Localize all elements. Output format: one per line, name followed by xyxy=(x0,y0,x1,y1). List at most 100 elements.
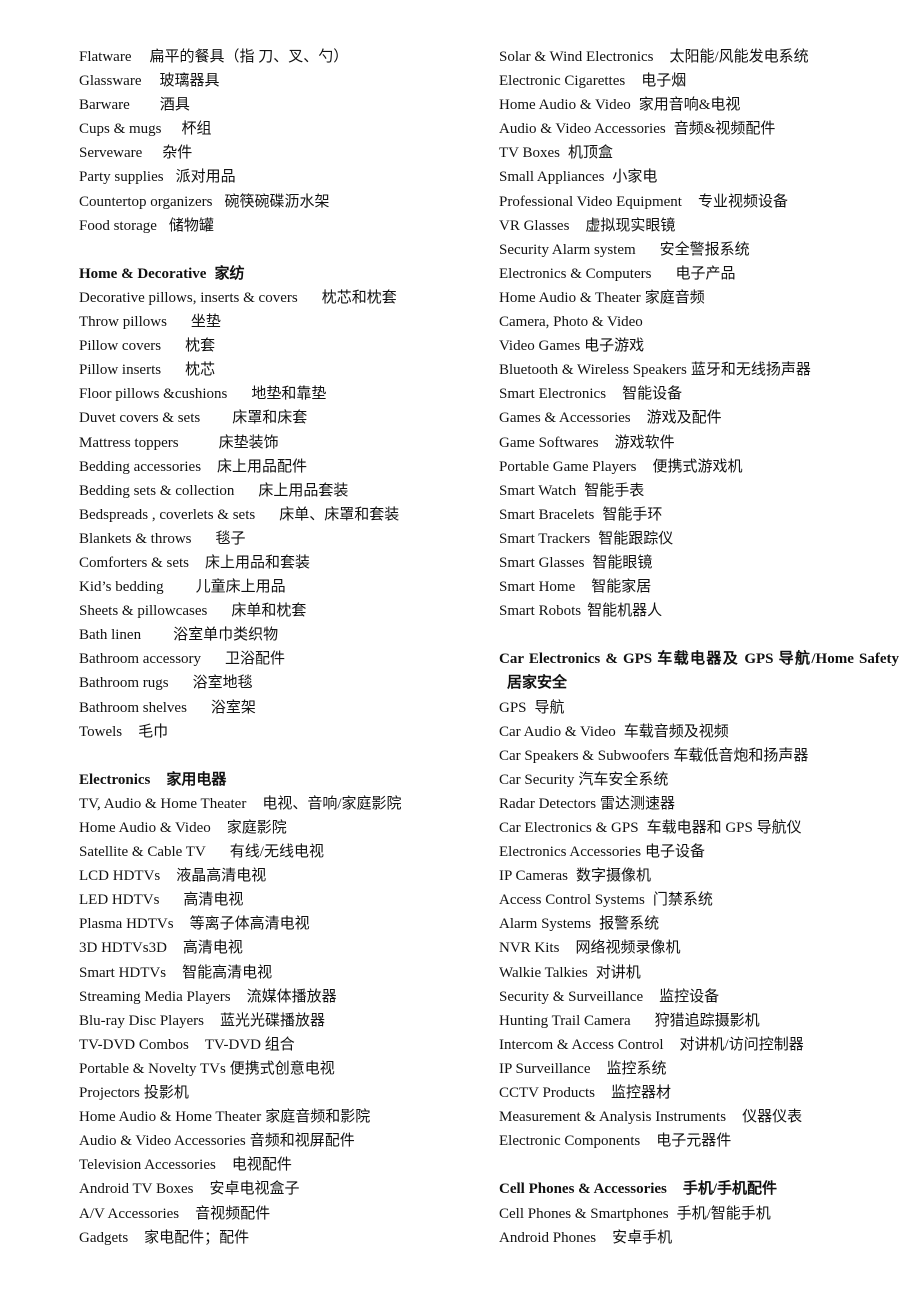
category-english: Bedding accessories xyxy=(79,458,202,475)
category-item: Towels 毛巾 xyxy=(79,720,489,744)
category-english: Alarm Systems xyxy=(499,916,592,933)
category-english: Car Audio & Video xyxy=(499,723,616,740)
category-item: Sheets & pillowcases 床单和枕套 xyxy=(79,599,489,623)
category-english: Games & Accessories xyxy=(499,410,631,427)
category-item: Car Security 汽车安全系统 xyxy=(499,768,899,792)
category-item: Audio & Video Accessories 音频&视频配件 xyxy=(499,117,899,141)
category-english: TV, Audio & Home Theater xyxy=(79,795,247,812)
category-item: Electronics & Computers 电子产品 xyxy=(499,262,899,286)
category-english: A/V Accessories xyxy=(79,1205,180,1222)
category-item: Bedding sets & collection 床上用品套装 xyxy=(79,479,489,503)
category-chinese: 家庭音频和影院 xyxy=(265,1109,371,1126)
category-item: Smart Trackers 智能跟踪仪 xyxy=(499,527,899,551)
category-chinese: 液晶高清电视 xyxy=(176,868,267,885)
category-chinese: 床罩和床套 xyxy=(232,410,308,427)
category-english: Access Control Systems xyxy=(499,892,645,909)
category-english: Countertop organizers xyxy=(79,193,213,210)
category-item: Party supplies 派对用品 xyxy=(79,165,489,189)
category-item: Glassware 玻璃器具 xyxy=(79,69,489,93)
category-item: Electronics Accessories 电子设备 xyxy=(499,840,899,864)
category-item: Video Games 电子游戏 xyxy=(499,334,899,358)
category-english: Electronic Components xyxy=(499,1133,641,1150)
category-item: Barware 酒具 xyxy=(79,93,489,117)
category-english: GPS xyxy=(499,699,527,716)
category-chinese: 杯组 xyxy=(181,121,212,138)
category-item: Intercom & Access Control 对讲机/访问控制器 xyxy=(499,1033,899,1057)
category-chinese: 电子元器件 xyxy=(656,1133,732,1150)
category-item: Throw pillows 坐垫 xyxy=(79,310,489,334)
category-english: Bluetooth & Wireless Speakers xyxy=(499,362,687,379)
category-english: Pillow inserts xyxy=(79,362,162,379)
category-chinese: 智能眼镜 xyxy=(592,554,653,571)
category-chinese: 监控设备 xyxy=(659,988,720,1005)
category-english: Game Softwares xyxy=(499,434,599,451)
category-item: Electronic Cigarettes 电子烟 xyxy=(499,69,899,93)
category-chinese: 家用音响&电视 xyxy=(638,97,741,114)
category-chinese: 床上用品配件 xyxy=(217,458,308,475)
category-chinese: 智能手环 xyxy=(602,506,663,523)
category-chinese: 电视、音响/家庭影院 xyxy=(262,795,402,812)
category-item: Walkie Talkies 对讲机 xyxy=(499,961,899,985)
category-chinese: 报警系统 xyxy=(599,916,660,933)
category-chinese: 音频和视屏配件 xyxy=(249,1133,355,1150)
category-chinese: 游戏及配件 xyxy=(646,410,722,427)
category-chinese: 派对用品 xyxy=(175,169,236,186)
category-item: Home Audio & Video 家庭影院 xyxy=(79,816,489,840)
category-item: NVR Kits 网络视频录像机 xyxy=(499,936,899,960)
category-item: Pillow covers 枕套 xyxy=(79,334,489,358)
category-item: Car Speakers & Subwoofers 车载低音炮和扬声器 xyxy=(499,744,899,768)
category-chinese: 游戏软件 xyxy=(614,434,675,451)
category-english: Android TV Boxes xyxy=(79,1181,194,1198)
category-chinese: 手机/智能手机 xyxy=(676,1205,771,1222)
category-chinese: 监控系统 xyxy=(606,1060,667,1077)
category-chinese: 音频&视频配件 xyxy=(673,121,776,138)
category-item: Home Audio & Video 家用音响&电视 xyxy=(499,93,899,117)
category-item: Hunting Trail Camera 狩猎追踪摄影机 xyxy=(499,1009,899,1033)
category-item: Games & Accessories 游戏及配件 xyxy=(499,406,899,430)
category-english: Bathroom rugs xyxy=(79,675,169,692)
category-english: Smart Bracelets xyxy=(499,506,595,523)
category-chinese: 便携式创意电视 xyxy=(229,1060,335,1077)
category-english: Portable Game Players xyxy=(499,458,637,475)
category-chinese: 汽车安全系统 xyxy=(578,771,669,788)
category-item: Smart Watch 智能手表 xyxy=(499,479,899,503)
category-english: Electronics xyxy=(79,771,151,788)
category-item: A/V Accessories 音视频配件 xyxy=(79,1202,489,1226)
category-english: Cell Phones & Smartphones xyxy=(499,1205,669,1222)
category-chinese: 毛巾 xyxy=(138,723,169,740)
category-english: Cups & mugs xyxy=(79,121,162,138)
category-chinese: 仪器仪表 xyxy=(742,1109,803,1126)
category-chinese: 床垫装饰 xyxy=(218,434,279,451)
category-english: Car Security xyxy=(499,771,575,788)
category-english: Electronic Cigarettes xyxy=(499,73,626,90)
category-chinese: 门禁系统 xyxy=(652,892,713,909)
category-item: Android Phones 安卓手机 xyxy=(499,1226,899,1250)
right-column: Solar & Wind Electronics 太阳能/风能发电系统 Electr… xyxy=(499,45,899,1250)
category-item: Blankets & throws 毯子 xyxy=(79,527,489,551)
category-item: Bathroom shelves 浴室架 xyxy=(79,696,489,720)
category-chinese: 家用电器 xyxy=(166,771,227,788)
category-chinese: 电子游戏 xyxy=(584,338,645,355)
category-item: Bluetooth & Wireless Speakers 蓝牙和无线扬声器 xyxy=(499,358,899,382)
category-english: Satellite & Cable TV xyxy=(79,844,206,861)
category-english: Food storage xyxy=(79,217,157,234)
category-english: Decorative pillows, inserts & covers xyxy=(79,289,298,306)
category-english: IP Cameras xyxy=(499,868,569,885)
category-item: Bath linen 浴室单巾类织物 xyxy=(79,623,489,647)
category-english: Intercom & Access Control xyxy=(499,1036,664,1053)
category-chinese: 安卓电视盒子 xyxy=(209,1181,300,1198)
category-english: 3D HDTVs3D xyxy=(79,940,167,957)
category-english: Video Games xyxy=(499,338,581,355)
category-chinese: 床单和枕套 xyxy=(231,603,307,620)
category-item: Audio & Video Accessories 音频和视屏配件 xyxy=(79,1129,489,1153)
category-chinese: 监控器材 xyxy=(610,1085,671,1102)
category-chinese: 电子设备 xyxy=(645,844,706,861)
category-item: Floor pillows &cushions 地垫和靠垫 xyxy=(79,382,489,406)
category-chinese: 蓝牙和无线扬声器 xyxy=(690,362,811,379)
category-item: Security Alarm system 安全警报系统 xyxy=(499,238,899,262)
category-chinese: 床上用品套装 xyxy=(258,482,349,499)
category-item: Plasma HDTVs 等离子体高清电视 xyxy=(79,912,489,936)
category-english: Smart Home xyxy=(499,579,576,596)
category-chinese: 智能高清电视 xyxy=(182,964,273,981)
category-english: LCD HDTVs xyxy=(79,868,161,885)
